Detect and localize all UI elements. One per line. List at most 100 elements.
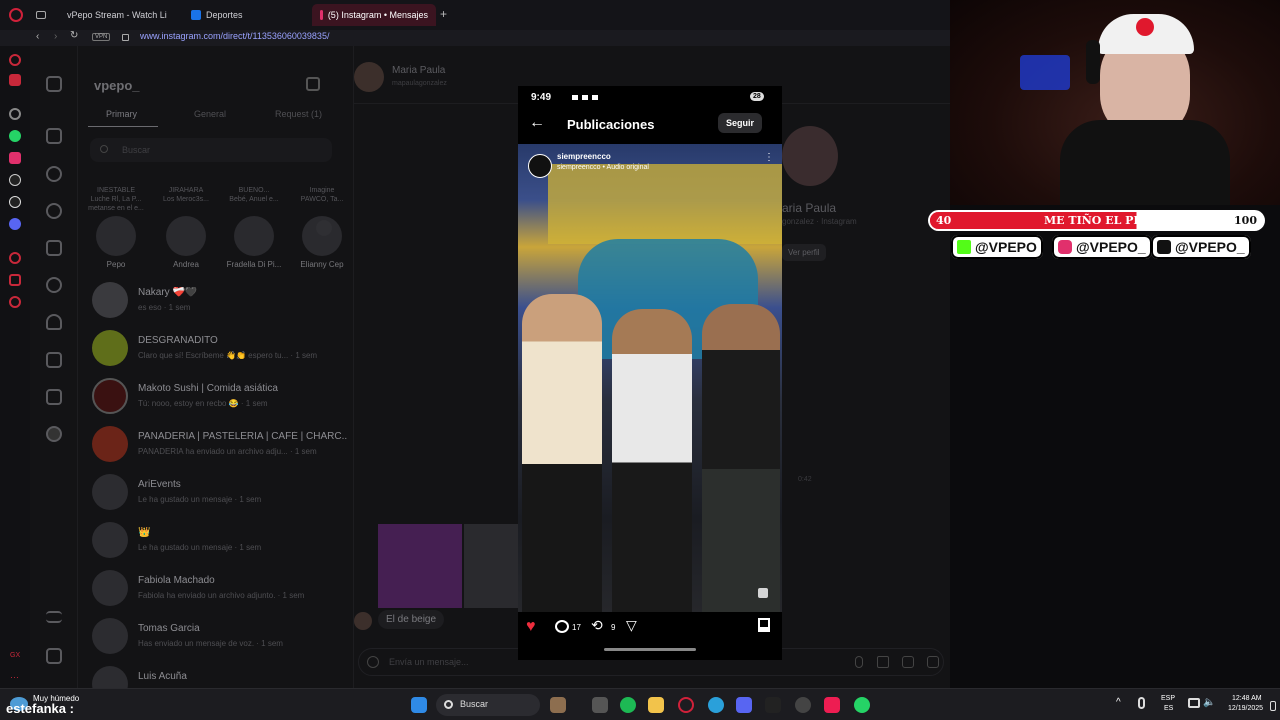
music-icon[interactable]	[9, 74, 21, 86]
tab-request[interactable]: Request (1)	[275, 109, 322, 119]
conversation-item[interactable]: Nakary ❤️‍🩹🖤 es eso · 1 sem	[92, 278, 352, 324]
file-explorer-icon[interactable]	[648, 697, 664, 713]
contact-name[interactable]: Maria Paula	[392, 65, 445, 76]
compose-icon[interactable]	[306, 77, 320, 91]
save-icon[interactable]	[758, 618, 770, 632]
tab-deportes[interactable]: Deportes	[183, 4, 303, 26]
messenger-icon[interactable]	[9, 54, 21, 66]
conversation-item[interactable]: Fabiola Machado Fabiola ha enviado un ar…	[92, 566, 352, 612]
whatsapp-icon[interactable]	[9, 130, 21, 142]
widgets-icon[interactable]	[550, 697, 566, 713]
like-icon[interactable]: ♥	[526, 618, 536, 636]
follow-button[interactable]: Seguir	[718, 113, 763, 133]
instagram-logo-icon[interactable]	[46, 76, 62, 92]
also-from-meta-icon[interactable]	[46, 648, 62, 664]
tab-overview-icon[interactable]	[36, 11, 46, 19]
opera-gx-icon[interactable]	[678, 697, 694, 713]
note-item[interactable]: INESTABLE Luche Rl, La P... metanse en e…	[88, 186, 144, 269]
sticker-icon[interactable]	[902, 656, 914, 668]
post-audio[interactable]: siempreencco • Audio original	[557, 164, 649, 171]
profile-avatar-icon[interactable]	[46, 426, 62, 442]
vpn-badge[interactable]: VPN	[92, 33, 111, 41]
tab-primary[interactable]: Primary	[106, 109, 137, 119]
gx-corner-icon[interactable]: GX	[10, 652, 20, 659]
conversation-item[interactable]: 👑 Le ha gustado un mensaje · 1 sem	[92, 518, 352, 564]
instagram-handle-text: @VPEPO_	[1076, 239, 1146, 255]
tiktok-icon[interactable]	[824, 697, 840, 713]
taskbar-search[interactable]: Buscar	[436, 694, 540, 716]
shared-media-thumbnail[interactable]	[464, 524, 520, 608]
notification-icon[interactable]	[1270, 701, 1276, 711]
tab-kick[interactable]: vPepo Stream - Watch Li	[54, 4, 174, 26]
view-profile-button[interactable]: Ver perfil	[782, 244, 826, 261]
cap-logo	[1136, 18, 1154, 36]
comment-icon[interactable]	[555, 620, 569, 633]
tray-chevron-icon[interactable]: ^	[1116, 697, 1121, 708]
mute-icon[interactable]	[758, 588, 768, 598]
conversation-item[interactable]: Tomas Garcia Has enviado un mensaje de v…	[92, 614, 352, 660]
back-icon[interactable]: ‹	[36, 31, 39, 42]
reload-icon[interactable]: ↻	[70, 30, 78, 41]
search-icon[interactable]	[46, 166, 62, 182]
shared-media-thumbnail[interactable]	[378, 524, 462, 608]
new-tab-button[interactable]: +	[440, 7, 447, 21]
image-icon[interactable]	[877, 656, 889, 668]
emoji-icon[interactable]	[367, 656, 379, 668]
more-icon[interactable]: ···	[10, 672, 19, 682]
search-input[interactable]: Buscar	[90, 138, 332, 162]
url-text[interactable]: www.instagram.com/direct/t/1135360600398…	[140, 31, 329, 41]
spotify-icon[interactable]	[620, 697, 636, 713]
more-options-icon[interactable]: ⋮	[764, 152, 774, 163]
reels-icon[interactable]	[46, 240, 62, 256]
clock-time[interactable]: 12:48 AM	[1232, 695, 1262, 702]
back-arrow-icon[interactable]: ←	[529, 114, 545, 132]
forward-icon[interactable]: ›	[54, 31, 57, 42]
clock-date[interactable]: 12/19/2025	[1228, 705, 1263, 712]
notes-next-icon[interactable]	[316, 220, 332, 236]
obs-icon[interactable]	[795, 697, 811, 713]
conversation-item[interactable]: PANADERIA | PASTELERIA | CAFÉ | CHARC...…	[92, 422, 352, 468]
post-username[interactable]: siempreencco	[557, 152, 611, 161]
post-video[interactable]: siempreencco siempreencco • Audio origin…	[518, 144, 782, 612]
discord-icon[interactable]	[736, 697, 752, 713]
instagram-icon[interactable]	[9, 152, 21, 164]
tab-general[interactable]: General	[194, 109, 226, 119]
repost-icon[interactable]: ⟲	[591, 617, 603, 634]
conversation-item[interactable]: DESGRANADITO Claro que sí! Escríbeme 👋👏 …	[92, 326, 352, 372]
gif-icon[interactable]	[927, 656, 939, 668]
history-icon[interactable]	[9, 252, 21, 264]
explore-icon[interactable]	[46, 203, 62, 219]
telegram-icon[interactable]	[708, 697, 724, 713]
extensions-icon[interactable]	[9, 296, 21, 308]
create-icon[interactable]	[46, 352, 62, 368]
pinboard-icon[interactable]	[9, 274, 21, 286]
post-author-avatar[interactable]	[528, 154, 552, 178]
capcut-icon[interactable]	[765, 697, 781, 713]
conversation-item[interactable]: AriEvents Le ha gustado un mensaje · 1 s…	[92, 470, 352, 516]
task-view-icon[interactable]	[592, 697, 608, 713]
notifications-icon[interactable]	[46, 314, 62, 330]
microphone-icon[interactable]	[1138, 697, 1145, 709]
windows-start-icon[interactable]	[411, 697, 427, 713]
microphone-icon[interactable]	[855, 656, 863, 668]
note-item[interactable]: BUENO... Bebé, Anuel e... Fradella Di Pi…	[226, 186, 282, 269]
language-primary[interactable]: ESP	[1161, 695, 1175, 702]
tab-instagram[interactable]: (5) Instagram • Mensajes	[312, 4, 436, 26]
home-icon[interactable]	[46, 128, 62, 144]
messages-icon[interactable]	[46, 277, 62, 293]
note-item[interactable]: JIRAHARA Los Meroc3s... Andrea	[158, 186, 214, 269]
discord-icon[interactable]	[9, 218, 21, 230]
share-icon[interactable]: ▽	[626, 617, 637, 634]
opera-logo-icon[interactable]	[9, 8, 23, 22]
volume-icon[interactable]: 🔈	[1203, 697, 1215, 708]
conversation-item[interactable]: Makoto Sushi | Comida asiática Tú: nooo,…	[92, 374, 352, 420]
menu-icon[interactable]	[46, 611, 62, 623]
settings-icon[interactable]	[9, 108, 21, 120]
avatar[interactable]	[354, 62, 384, 92]
dashboard-icon[interactable]	[46, 389, 62, 405]
account-name[interactable]: vpepo_	[94, 78, 140, 93]
tiktok-icon[interactable]	[9, 174, 21, 186]
whatsapp-icon[interactable]	[854, 697, 870, 713]
x-icon[interactable]	[9, 196, 21, 208]
network-icon[interactable]	[1188, 698, 1200, 708]
